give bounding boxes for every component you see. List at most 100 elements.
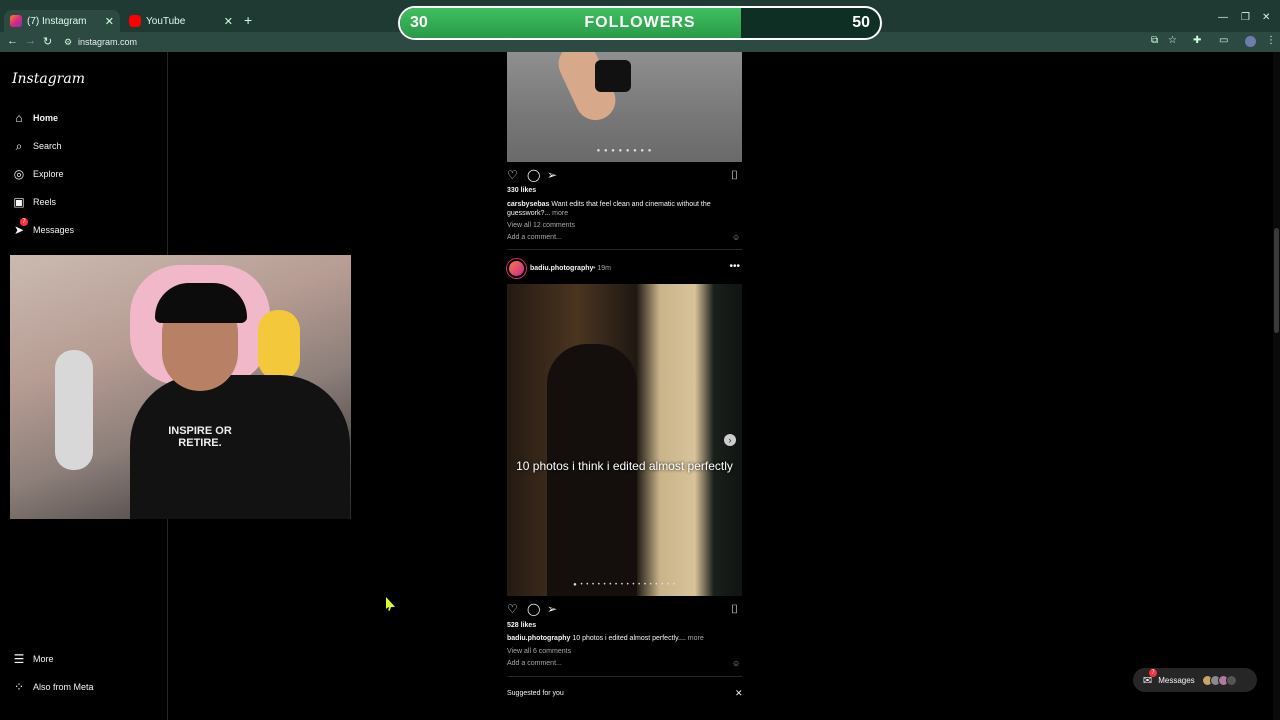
bookmark-star-icon[interactable]: ☆ xyxy=(1168,35,1177,46)
like-count[interactable]: 528 likes xyxy=(507,622,536,629)
caption-username[interactable]: carsbysebas xyxy=(507,201,549,208)
add-comment-input[interactable]: Add a comment... xyxy=(507,660,562,667)
profile-avatar[interactable] xyxy=(1245,36,1256,47)
bookmark-icon[interactable]: ⌷ xyxy=(731,168,738,183)
close-window-icon[interactable]: ✕ xyxy=(1262,12,1270,23)
heart-icon[interactable]: ♡ xyxy=(507,602,518,616)
chevron-right-icon[interactable]: › xyxy=(724,434,736,446)
reload-icon[interactable]: ↻ xyxy=(43,35,52,48)
webcam-streamer-cap xyxy=(155,283,247,323)
carousel-dots: ● • • • • • • • • • • • • • • • • • xyxy=(573,582,676,588)
carousel-dots: ● ● ● ● ● ● ● ● xyxy=(596,148,653,154)
sidepanel-icon[interactable]: ▭ xyxy=(1219,35,1228,46)
more-options-icon[interactable]: ••• xyxy=(729,261,740,272)
post-header: badiu.photography • 19m ••• xyxy=(507,259,742,279)
avatar xyxy=(1225,674,1237,686)
like-count[interactable]: 330 likes xyxy=(507,187,536,194)
sidebar-item-label: Also from Meta xyxy=(33,682,94,692)
comment-icon[interactable]: ◯ xyxy=(527,602,540,616)
sidebar-item-messages[interactable]: ➤ 7 Messages xyxy=(12,218,75,237)
view-comments-link[interactable]: View all 6 comments xyxy=(507,648,571,655)
instagram-logo[interactable]: Instagram xyxy=(12,71,85,87)
plus-icon[interactable]: + xyxy=(244,12,252,28)
messages-avatars xyxy=(1201,674,1237,686)
view-comments-link[interactable]: View all 12 comments xyxy=(507,222,575,229)
post-divider xyxy=(507,676,742,677)
sidebar-item-label: Reels xyxy=(33,197,57,207)
kebab-menu-icon[interactable]: ⋮ xyxy=(1266,35,1276,46)
tab-youtube[interactable]: YouTube ✕ xyxy=(123,10,239,32)
sidebar-item-also-from-meta[interactable]: ⁘ Also from Meta xyxy=(12,680,94,694)
scrollbar-track[interactable] xyxy=(1273,52,1280,720)
reels-icon: ▣ xyxy=(13,195,25,209)
followers-goal-widget: 30 FOLLOWERS 50 xyxy=(398,6,882,40)
caption-more-link[interactable]: more xyxy=(552,210,568,217)
comment-icon[interactable]: ◯ xyxy=(527,168,540,182)
sidebar-item-label: Messages xyxy=(33,225,75,235)
compass-icon: ◎ xyxy=(13,167,25,181)
forward-icon[interactable]: → xyxy=(25,35,36,47)
sidebar-item-label: Explore xyxy=(33,169,64,179)
messages-pill-label: Messages xyxy=(1158,675,1195,685)
photo-camera xyxy=(595,60,631,92)
site-info-icon[interactable]: ⚙ xyxy=(64,37,72,48)
extensions-icon[interactable]: ✚ xyxy=(1193,35,1201,46)
meta-icon: ⁘ xyxy=(13,680,25,694)
followers-goal: 50 xyxy=(852,14,870,31)
minimize-icon[interactable]: — xyxy=(1218,12,1228,23)
add-comment-input[interactable]: Add a comment... xyxy=(507,234,562,241)
sidebar-item-search[interactable]: ⌕ Search xyxy=(12,139,62,153)
url-field[interactable]: instagram.com xyxy=(78,37,137,47)
notification-badge: 7 xyxy=(20,218,28,226)
instagram-favicon-icon xyxy=(10,15,22,27)
messenger-icon: ➤ 7 xyxy=(12,218,28,237)
avatar[interactable] xyxy=(507,259,526,278)
close-tab-icon[interactable]: ✕ xyxy=(105,15,114,28)
sidebar-item-label: Search xyxy=(33,141,62,151)
scrollbar-thumb[interactable] xyxy=(1274,228,1279,333)
post-divider xyxy=(507,249,742,250)
sidebar-item-more[interactable]: ☰ More xyxy=(12,652,54,666)
post-username[interactable]: badiu.photography xyxy=(530,265,593,272)
emoji-icon[interactable]: ☺ xyxy=(732,233,740,242)
notification-badge: 7 xyxy=(1149,668,1157,677)
close-icon[interactable]: ✕ xyxy=(735,688,743,699)
post-actions: ♡ ◯ ➢ ⌷ xyxy=(507,602,742,616)
messages-pill[interactable]: ✉ 7 Messages xyxy=(1133,668,1257,692)
sidebar-item-home[interactable]: ⌂ Home xyxy=(12,111,58,125)
post-time: • 19m xyxy=(593,265,612,272)
home-icon: ⌂ xyxy=(15,111,23,125)
followers-label: FOLLOWERS xyxy=(584,14,696,31)
youtube-favicon-icon xyxy=(129,15,141,27)
install-icon[interactable]: ⧉ xyxy=(1151,35,1158,46)
close-tab-icon[interactable]: ✕ xyxy=(224,15,233,28)
sidebar-item-label: Home xyxy=(33,113,59,123)
post-caption: badiu.photography 10 photos i edited alm… xyxy=(507,634,717,643)
webcam-plush xyxy=(258,310,300,380)
tab-title: YouTube xyxy=(146,15,186,27)
back-icon[interactable]: ← xyxy=(7,35,18,47)
tab-title: (7) Instagram xyxy=(27,15,87,27)
post-overlay-text: 10 photos i think i edited almost perfec… xyxy=(516,459,733,473)
post-image[interactable]: 10 photos i think i edited almost perfec… xyxy=(507,284,742,596)
post-caption: carsbysebas Want edits that feel clean a… xyxy=(507,200,717,218)
tab-instagram[interactable]: (7) Instagram ✕ xyxy=(4,10,120,32)
caption-username[interactable]: badiu.photography xyxy=(507,635,570,642)
share-icon[interactable]: ➢ xyxy=(547,168,557,182)
webcam-microphone xyxy=(55,350,93,470)
heart-icon[interactable]: ♡ xyxy=(507,168,518,182)
share-icon[interactable]: ➢ xyxy=(547,602,557,616)
webcam-shirt-text: INSPIRE OR RETIRE. xyxy=(168,425,232,449)
post-image[interactable]: ● ● ● ● ● ● ● ● xyxy=(507,52,742,162)
sidebar-item-explore[interactable]: ◎ Explore xyxy=(12,167,64,181)
restore-icon[interactable]: ❐ xyxy=(1241,12,1250,23)
bookmark-icon[interactable]: ⌷ xyxy=(731,602,738,617)
sidebar-item-label: More xyxy=(33,654,54,664)
caption-text: 10 photos i edited almost perfectly.... xyxy=(572,635,686,642)
sidebar-item-reels[interactable]: ▣ Reels xyxy=(12,195,56,209)
suggested-for-you-title: Suggested for you xyxy=(507,690,564,697)
emoji-icon[interactable]: ☺ xyxy=(732,659,740,668)
caption-more-link[interactable]: more xyxy=(688,635,704,642)
post-actions: ♡ ◯ ➢ ⌷ xyxy=(507,168,742,182)
mouse-cursor-icon xyxy=(386,597,395,611)
